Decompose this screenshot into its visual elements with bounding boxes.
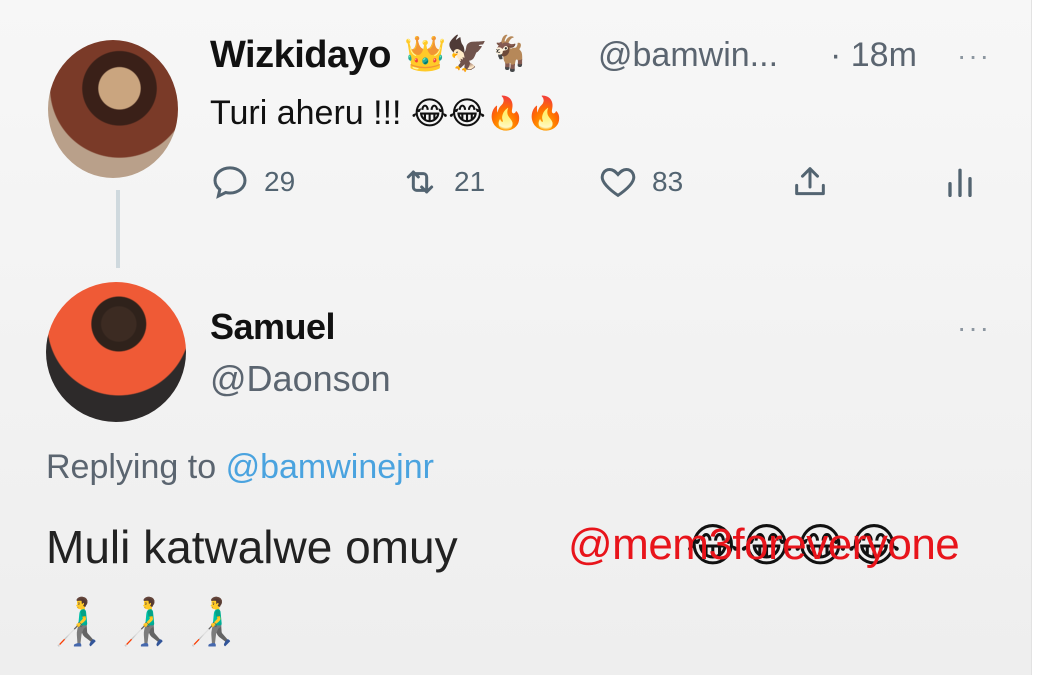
tweet2-walker-emoji: 👨‍🦯👨‍🦯👨‍🦯 (48, 595, 250, 647)
more-options-icon[interactable]: ··· (957, 312, 991, 344)
replying-label: Replying to (46, 448, 217, 486)
avatar-samuel[interactable] (46, 282, 186, 422)
tweet1-text-body: Turi aheru !!! (210, 94, 402, 132)
reply-action[interactable]: 29 (210, 162, 295, 202)
retweet-action[interactable]: 21 (400, 162, 485, 202)
reply-count: 29 (264, 166, 296, 197)
thread-line (116, 190, 120, 268)
analytics-icon (948, 168, 972, 197)
share-action[interactable] (790, 162, 830, 202)
tweet1-timestamp[interactable]: · 18m (830, 36, 917, 75)
tweet1-author-handle[interactable]: @bamwin... (598, 36, 778, 75)
right-edge (1031, 0, 1046, 675)
like-count: 83 (652, 166, 684, 197)
tweet1-text-emoji: 😂😂🔥🔥 (410, 95, 566, 131)
replying-mention-link[interactable]: @bamwinejnr (226, 448, 434, 486)
more-options-icon[interactable]: ··· (957, 40, 991, 72)
tweet2-text: Muli katwalwe omuy (46, 521, 458, 573)
share-icon (795, 167, 825, 196)
tweet1-actions: 29 21 83 (210, 162, 990, 212)
retweet-count: 21 (454, 166, 486, 197)
retweet-icon (406, 170, 434, 194)
replying-to: Replying to @bamwinejnr (46, 448, 434, 487)
analytics-action[interactable] (940, 162, 980, 202)
watermark: @mem3foreveryone (568, 520, 960, 569)
avatar-wizkidayo[interactable] (48, 40, 178, 178)
tweet2-author-handle[interactable]: @Daonson (210, 358, 391, 400)
tweet1-name-emoji: 👑🦅🐐 (404, 35, 532, 73)
reply-icon (213, 166, 247, 199)
tweet1-author-name[interactable]: Wizkidayo (210, 34, 391, 77)
heart-icon (600, 167, 636, 198)
tweet2-author-name[interactable]: Samuel (210, 306, 336, 348)
like-action[interactable]: 83 (598, 162, 683, 202)
tweet1-text: Turi aheru !!! 😂😂🔥🔥 (210, 94, 565, 133)
